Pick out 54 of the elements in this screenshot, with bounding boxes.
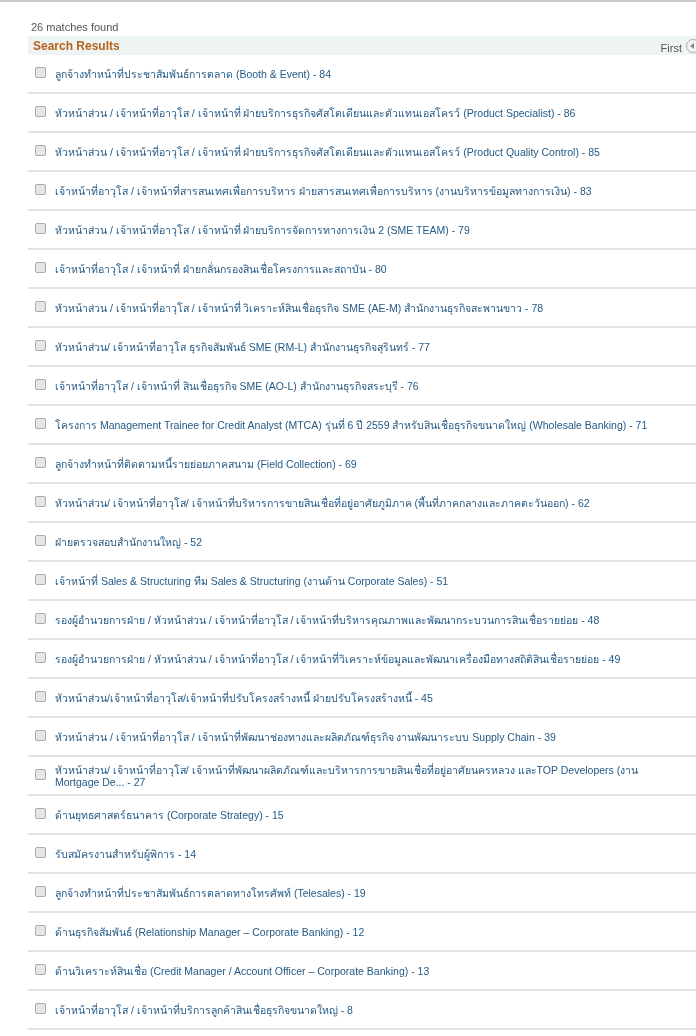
job-title-link[interactable]: รองผู้อำนวยการฝ่าย / หัวหน้าส่วน / เจ้าหน้าที่อาวุโส / เจ้าหน้าที่บริหารคุณภาพและพัฒนากระบวนการสินเชื่อรายย่อย - 48 [55, 613, 600, 626]
checkbox[interactable] [35, 496, 46, 507]
results-title: Search Results [33, 37, 120, 55]
checkbox[interactable] [35, 808, 46, 819]
checkbox[interactable] [35, 886, 46, 897]
job-title-link[interactable]: ด้านยุทธศาสตร์ธนาคาร (Corporate Strategy) - 15 [55, 808, 284, 821]
first-page-link[interactable]: First [660, 40, 682, 57]
checkbox[interactable] [35, 1003, 46, 1014]
checkbox[interactable] [35, 379, 46, 390]
checkbox[interactable] [35, 301, 46, 312]
job-title-link[interactable]: หัวหน้าส่วน / เจ้าหน้าที่อาวุโส / เจ้าหน้าที่พัฒนาช่องทางและผลิตภัณฑ์ธุรกิจ งานพัฒนาระบบ Supply Chain - 39 [55, 730, 556, 743]
job-title-link[interactable]: เจ้าหน้าที่อาวุโส / เจ้าหน้าที่บริการลูกค้าสินเชื่อธุรกิจขนาดใหญ่ - 8 [55, 1003, 353, 1016]
checkbox[interactable] [35, 106, 46, 117]
previous-icon[interactable] [686, 38, 696, 53]
job-title-link[interactable]: หัวหน้าส่วน/ เจ้าหน้าที่อาวุโส/ เจ้าหน้าที่พัฒนาผลิตภัณฑ์และบริหารการขายสินเชื่อที่อยู่อาศัยนครหลวง และTOP Developers (งาน Mortgage De... - 27 [55, 763, 667, 788]
job-title-link[interactable]: รองผู้อำนวยการฝ่าย / หัวหน้าส่วน / เจ้าหน้าที่อาวุโส / เจ้าหน้าที่วิเคราะห์ข้อมูลและพัฒนาเครื่องมือทางสถิติสินเชื่อรายย่อย - 49 [55, 652, 621, 665]
job-title-link[interactable]: ลูกจ้างทำหน้าที่ติดตามหนี้รายย่อยภาคสนาม (Field Collection) - 69 [55, 457, 357, 470]
job-title-link[interactable]: หัวหน้าส่วน / เจ้าหน้าที่อาวุโส / เจ้าหน้าที่ ฝ่ายบริการจัดการทางการเงิน 2 (SME TEAM) - 79 [55, 223, 470, 236]
job-title-link[interactable]: เจ้าหน้าที่อาวุโส / เจ้าหน้าที่สารสนเทศเพื่อการบริหาร ฝ่ายสารสนเทศเพื่อการบริหาร (งานบริหารข้อมูลทางการเงิน) - 83 [55, 184, 592, 197]
job-title-link[interactable]: หัวหน้าส่วน / เจ้าหน้าที่อาวุโส / เจ้าหน้าที่ ฝ่ายบริการธุรกิจศัสโตเดียนและตัวแทนเอสโครว์ (Product Specialist) - 86 [55, 106, 576, 119]
job-title-link[interactable]: หัวหน้าส่วน/ เจ้าหน้าที่อาวุโส/ เจ้าหน้าที่บริหารการขายสินเชื่อที่อยู่อาศัยภูมิภาค (พื้นที่ภาคกลางและภาคตะวันออก) - 62 [55, 496, 590, 509]
job-title-link[interactable]: เจ้าหน้าที่ Sales & Structuring ทีม Sales & Structuring (งานด้าน Corporate Sales) - 51 [55, 574, 449, 587]
checkbox[interactable] [35, 769, 46, 780]
checkbox[interactable] [35, 574, 46, 585]
job-title-link[interactable]: ด้านวิเคราะห์สินเชื่อ (Credit Manager / Account Officer – Corporate Banking) - 13 [55, 964, 430, 977]
job-title-link[interactable]: ลูกจ้างทำหน้าที่ประชาสัมพันธ์การตลาด (Booth & Event) - 84 [55, 67, 332, 80]
job-title-link[interactable]: โครงการ Management Trainee for Credit Analyst (MTCA) รุ่นที่ 6 ปี 2559 สำหรับสินเชื่อธุรกิจขนาดใหญ่ (Wholesale Banking) - 71 [55, 418, 648, 431]
checkbox[interactable] [35, 145, 46, 156]
checkbox[interactable] [35, 457, 46, 468]
checkbox[interactable] [35, 262, 46, 273]
job-title-link[interactable]: เจ้าหน้าที่อาวุโส / เจ้าหน้าที่ ฝ่ายกลั่นกรองสินเชื่อโครงการและสถาบัน - 80 [55, 262, 387, 275]
job-title-link[interactable]: ด้านธุรกิจสัมพันธ์ (Relationship Manager – Corporate Banking) - 12 [55, 925, 365, 938]
checkbox[interactable] [35, 340, 46, 351]
checkbox[interactable] [35, 184, 46, 195]
checkbox[interactable] [35, 535, 46, 546]
job-title-link[interactable]: ฝ่ายตรวจสอบสำนักงานใหญ่ - 52 [55, 535, 202, 548]
job-title-link[interactable]: หัวหน้าส่วน/ เจ้าหน้าที่อาวุโส ธุรกิจสัมพันธ์ SME (RM-L) สำนักงานธุรกิจสุรินทร์ - 77 [55, 340, 430, 353]
checkbox[interactable] [35, 847, 46, 858]
job-title-link[interactable]: ลูกจ้างทำหน้าที่ประชาสัมพันธ์การตลาดทางโทรศัพท์ (Telesales) - 19 [55, 886, 366, 899]
checkbox[interactable] [35, 925, 46, 936]
job-title-link[interactable]: รับสมัครงานสำหรับผู้พิการ - 14 [55, 847, 196, 860]
job-title-link[interactable]: หัวหน้าส่วน / เจ้าหน้าที่อาวุโส / เจ้าหน้าที่ วิเคราะห์สินเชื่อธุรกิจ SME (AE-M) สำนักงานธุรกิจสะพานขาว - 78 [55, 301, 544, 314]
job-title-link[interactable]: หัวหน้าส่วน/เจ้าหน้าที่อาวุโส/เจ้าหน้าที่ปรับโครงสร้างหนี้ ฝ่ายปรับโครงสร้างหนี้ - 45 [55, 691, 433, 704]
job-title-link[interactable]: หัวหน้าส่วน / เจ้าหน้าที่อาวุโส / เจ้าหน้าที่ ฝ่ายบริการธุรกิจศัสโตเดียนและตัวแทนเอสโครว์ (Product Quality Control) - 85 [55, 145, 600, 158]
checkbox[interactable] [35, 613, 46, 624]
checkbox[interactable] [35, 964, 46, 975]
checkbox[interactable] [35, 652, 46, 663]
job-title-link[interactable]: เจ้าหน้าที่อาวุโส / เจ้าหน้าที่ สินเชื่อธุรกิจ SME (AO-L) สำนักงานธุรกิจสระบุรี - 76 [55, 379, 419, 392]
match-count: 26 matches found [30, 20, 120, 34]
checkbox[interactable] [35, 691, 46, 702]
checkbox[interactable] [35, 67, 46, 78]
checkbox[interactable] [35, 223, 46, 234]
checkbox[interactable] [35, 730, 46, 741]
checkbox[interactable] [35, 418, 46, 429]
